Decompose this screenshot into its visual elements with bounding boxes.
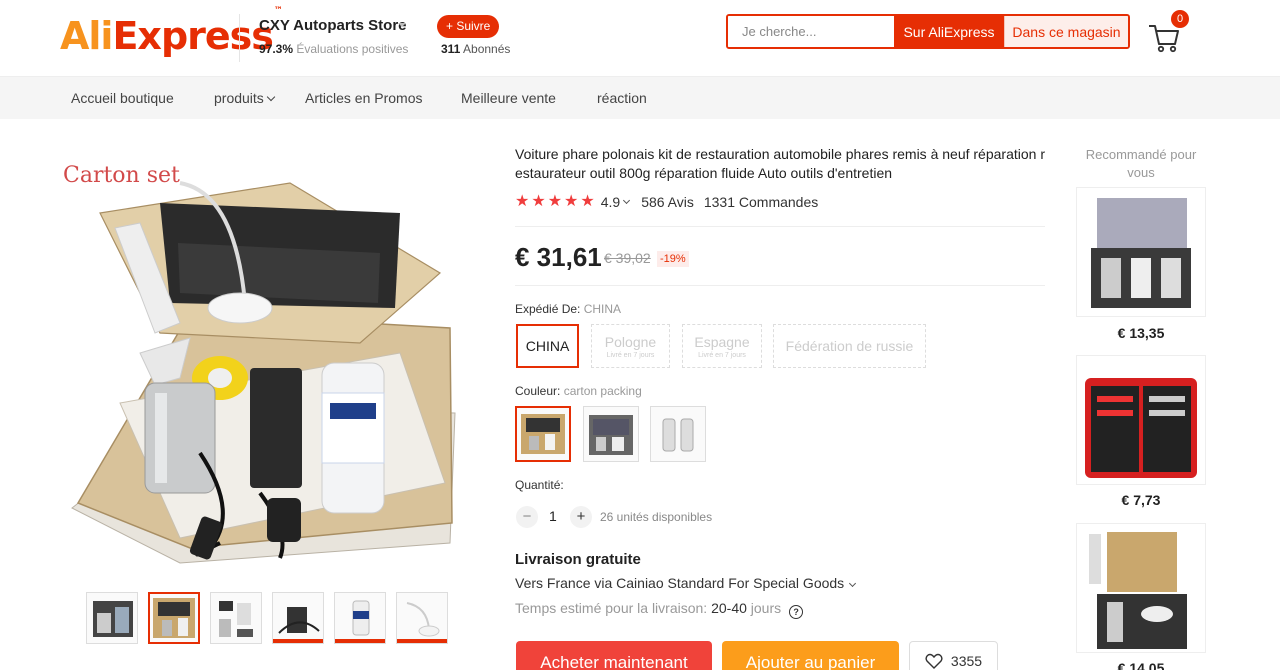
recommended-price: € 14,05 [1117, 660, 1165, 670]
ship-option-note: Livré en 7 jours [606, 351, 655, 359]
followers-number: 311 [441, 42, 461, 56]
ship-option-spain[interactable]: Espagne Livré en 7 jours [682, 324, 762, 368]
followers-count: 311 Abonnés [441, 42, 510, 56]
quantity-decrease-button[interactable]: − [516, 506, 538, 528]
star-icon: ★ [580, 193, 595, 210]
delivery-value: 20-40 [711, 600, 747, 616]
rating-percent: 97.3% [259, 42, 294, 56]
image-label: Carton set [63, 163, 180, 188]
color-option-bottles[interactable] [650, 406, 706, 462]
color-title: Couleur: [515, 384, 561, 398]
add-to-cart-button[interactable]: Ajouter au panier [722, 641, 899, 670]
ship-option-name: Fédération de russie [785, 338, 914, 354]
recommended-item[interactable] [1076, 523, 1206, 653]
delivery-label: Temps estimé pour la livraison: [515, 600, 708, 616]
thumbnail-strip [86, 592, 448, 644]
product-main-image[interactable] [60, 153, 460, 573]
color-option-case[interactable] [583, 406, 639, 462]
quantity-input[interactable]: 1 [549, 508, 557, 524]
nav-item-products[interactable]: produits [214, 90, 276, 106]
color-option-carton[interactable] [515, 406, 571, 462]
search-aliexpress-button[interactable]: Sur AliExpress [894, 16, 1004, 47]
rating-label: Évaluations positives [296, 42, 409, 56]
nav-item-bestsellers[interactable]: Meilleure vente [461, 90, 556, 106]
orders-count: 1331 Commandes [703, 194, 819, 210]
recommended-title: Recommandé pour vous [1085, 147, 1197, 180]
store-name[interactable]: CXY Autoparts Store [259, 17, 407, 34]
thumbnail[interactable] [396, 592, 448, 644]
ship-option-note: Livré en 7 jours [698, 351, 746, 359]
search-bar: Sur AliExpress Dans ce magasin [726, 14, 1130, 49]
header-divider [239, 14, 240, 62]
shipping-route[interactable]: Vers France via Cainiao Standard For Spe… [515, 575, 857, 591]
quantity-increase-button[interactable]: + [570, 506, 592, 528]
ships-from-value: CHINA [583, 302, 622, 316]
wishlist-button[interactable]: 3355 [909, 641, 998, 670]
star-icon: ★ [547, 193, 563, 210]
ships-from-title: Expédié De: [515, 302, 581, 316]
nav-item-promos[interactable]: Articles en Promos [305, 90, 422, 106]
ship-option-name: CHINA [525, 338, 570, 354]
ship-option-name: Espagne [694, 333, 750, 350]
buy-now-button[interactable]: Acheter maintenant [516, 641, 712, 670]
rating-row: ★ ★ ★ ★ ★ 4.9 586 Avis 1331 Commandes [515, 194, 819, 211]
star-icon: ★ [515, 193, 530, 210]
delivery-unit: jours [750, 600, 782, 616]
ship-option-russia[interactable]: Fédération de russie [773, 324, 926, 368]
recommended-item[interactable] [1076, 355, 1206, 485]
divider [515, 226, 1045, 227]
star-icon: ★ [564, 193, 579, 210]
divider [515, 285, 1045, 286]
cart-count-badge: 0 [1171, 10, 1189, 28]
ships-from-label: Expédié De: CHINA [515, 302, 621, 316]
search-store-button[interactable]: Dans ce magasin [1004, 16, 1128, 47]
thumbnail[interactable] [334, 592, 386, 644]
delivery-time: Temps estimé pour la livraison: 20-40 jo… [515, 600, 804, 619]
aliexpress-logo[interactable]: AliExpress™ [60, 6, 283, 58]
recommended-item[interactable] [1076, 187, 1206, 317]
current-price: € 31,61 [515, 242, 602, 272]
chevron-down-icon [266, 92, 276, 102]
rating-value[interactable]: 4.9 [601, 194, 620, 210]
ship-option-poland[interactable]: Pologne Livré en 7 jours [591, 324, 670, 368]
chevron-down-icon[interactable] [398, 23, 406, 27]
wishlist-count: 3355 [950, 653, 983, 669]
stock-available: 26 unités disponibles [600, 510, 713, 524]
followers-label: Abonnés [463, 42, 511, 56]
thumbnail[interactable] [86, 592, 138, 644]
recommended-price: € 13,35 [1117, 325, 1165, 341]
chevron-down-icon[interactable] [623, 196, 631, 204]
star-icon: ★ [531, 193, 546, 210]
color-label: Couleur: carton packing [515, 384, 642, 398]
chevron-down-icon [849, 579, 857, 588]
store-rating: 97.3% Évaluations positives [259, 42, 408, 56]
nav-item-home[interactable]: Accueil boutique [71, 90, 174, 106]
thumbnail-active[interactable] [148, 592, 200, 644]
search-input[interactable] [728, 16, 894, 47]
ship-option-china[interactable]: CHINA [516, 324, 579, 368]
help-icon[interactable]: ? [789, 605, 804, 619]
store-nav: Accueil boutique produits Articles en Pr… [0, 77, 1280, 119]
discount-badge: -19% [657, 251, 689, 267]
heart-icon [925, 653, 943, 669]
shipping-route-text: Vers France via Cainiao Standard For Spe… [515, 575, 845, 591]
ship-option-name: Pologne [604, 333, 657, 350]
logo-express-text: Express [112, 14, 273, 58]
color-value: carton packing [563, 384, 642, 398]
store-header: AliExpress™ CXY Autoparts Store 97.3% Év… [0, 0, 1280, 77]
thumbnail[interactable] [210, 592, 262, 644]
nav-item-feedback[interactable]: réaction [597, 90, 647, 106]
quantity-label: Quantité: [515, 478, 564, 492]
reviews-link[interactable]: 586 Avis [641, 194, 694, 210]
nav-item-products-label: produits [214, 90, 264, 106]
logo-ali-text: Ali [60, 14, 113, 58]
thumbnail[interactable] [272, 592, 324, 644]
shipping-title: Livraison gratuite [515, 551, 641, 568]
star-rating: ★ ★ ★ ★ ★ [515, 194, 595, 210]
original-price: € 39,02 [604, 250, 651, 266]
follow-button[interactable]: + Suivre [437, 15, 500, 38]
trademark-symbol: ™ [273, 6, 283, 17]
recommended-price: € 7,73 [1121, 492, 1161, 508]
product-title: Voiture phare polonais kit de restaurati… [515, 146, 1045, 181]
